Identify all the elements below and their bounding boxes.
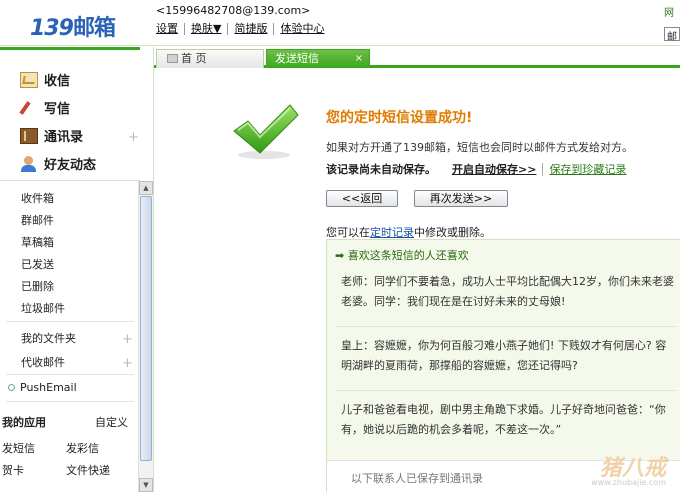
success-check-icon bbox=[233, 104, 299, 159]
back-button[interactable]: <<返回 bbox=[326, 190, 398, 207]
agent-mail-add-icon[interactable]: + bbox=[122, 356, 133, 371]
nav-write-label: 写信 bbox=[44, 102, 71, 117]
push-email[interactable]: PushEmail bbox=[8, 381, 77, 394]
right-search-stub: 网 邮 bbox=[664, 4, 680, 43]
app-greeting-card[interactable]: 贺卡 bbox=[2, 462, 24, 478]
message-line: 明湖畔的夏雨荷，那撑船的容嬷嬷，您还记得吗? bbox=[341, 359, 578, 372]
friend-icon bbox=[20, 155, 38, 172]
divider bbox=[6, 321, 134, 322]
list-item[interactable]: 老师：同学们不要着急，成功人士平均比配偶大12岁，你们未来老婆 老婆。同学：我们… bbox=[341, 272, 680, 312]
nav-receive-label: 收信 bbox=[44, 74, 71, 89]
nav-friends[interactable]: 好友动态 bbox=[20, 154, 96, 173]
push-email-label: PushEmail bbox=[20, 381, 77, 394]
push-icon bbox=[8, 384, 15, 391]
folder-sent[interactable]: 已发送 bbox=[21, 256, 54, 272]
folder-deleted[interactable]: 已删除 bbox=[21, 278, 54, 294]
send-again-button[interactable]: 再次发送>> bbox=[414, 190, 508, 207]
tab-send-sms[interactable]: 发送短信 × bbox=[266, 49, 370, 68]
message-line: 老婆。同学：我们现在是在讨好未来的丈母娘! bbox=[341, 295, 566, 308]
scheduled-records-link[interactable]: 定时记录 bbox=[370, 226, 414, 239]
watermark: 猪八戒 www.zhubajie.com bbox=[530, 450, 680, 492]
inbox-icon bbox=[20, 71, 38, 88]
list-item[interactable]: 儿子和爸爸看电视，剧中男主角跪下求婚。儿子好奇地问爸爸：“你 有，她说以后跪的机… bbox=[341, 400, 680, 440]
logo-number: 139 bbox=[30, 16, 74, 41]
pen-icon bbox=[20, 100, 38, 116]
save-status-text: 该记录尚未自动保存。 bbox=[326, 163, 436, 176]
account-email: <15996482708@139.com> bbox=[156, 4, 311, 17]
right-label[interactable]: 网 bbox=[664, 4, 680, 19]
apps-customize-link[interactable]: 自定义 bbox=[95, 414, 128, 430]
modify-post: 中修改或删除。 bbox=[414, 226, 491, 239]
message-line: 儿子和爸爸看电视，剧中男主角跪下求婚。儿子好奇地问爸爸：“你 bbox=[341, 403, 666, 416]
addressbook-icon bbox=[20, 127, 38, 144]
save-favorite-link[interactable]: 保存到珍藏记录 bbox=[542, 163, 627, 176]
message-line: 有，她说以后跪的机会多着呢，不差这一次。” bbox=[341, 423, 562, 436]
logo[interactable]: 139邮箱 bbox=[30, 10, 116, 42]
folder-my-folders[interactable]: 我的文件夹 bbox=[21, 330, 76, 346]
my-folders-add-icon[interactable]: + bbox=[122, 332, 133, 347]
info-text: 如果对方开通了139邮箱，短信也会同时以邮件方式发给对方。 bbox=[326, 141, 633, 154]
app-send-mms[interactable]: 发彩信 bbox=[66, 440, 99, 456]
watermark-url: www.zhubajie.com bbox=[591, 478, 666, 487]
divider bbox=[337, 390, 677, 391]
menu-skin[interactable]: 换肤▼ bbox=[184, 23, 227, 35]
top-header: 139邮箱 <15996482708@139.com> 设置 换肤▼ 简捷版 体… bbox=[0, 0, 680, 46]
save-status: 该记录尚未自动保存。 开启自动保存>> 保存到珍藏记录 bbox=[326, 161, 627, 177]
nav-contacts-label: 通讯录 bbox=[44, 130, 84, 145]
tab-home-label: 首 页 bbox=[181, 52, 207, 65]
modify-pre: 您可以在 bbox=[326, 226, 370, 239]
auto-save-link[interactable]: 开启自动保存>> bbox=[452, 163, 536, 176]
folder-inbox[interactable]: 收件箱 bbox=[21, 190, 54, 206]
right-field[interactable]: 邮 bbox=[664, 27, 680, 43]
app-send-sms[interactable]: 发短信 bbox=[2, 440, 35, 456]
message-line: 皇上：容嬷嬷，你为何百般刁难小燕子她们! 下贱奴才有何居心? 容 bbox=[341, 339, 667, 352]
sidebar: 收信 写信 通讯录 + 好友动态 收件箱 群邮件 草稿箱 已发送 已删除 垃圾邮… bbox=[0, 47, 154, 492]
contacts-saved-text: 以下联系人已保存到通讯录 bbox=[351, 472, 483, 485]
folder-list: 收件箱 群邮件 草稿箱 已发送 已删除 垃圾邮件 我的文件夹 + 代收邮件 + … bbox=[0, 181, 138, 492]
scroll-thumb[interactable] bbox=[140, 196, 152, 461]
message-line: 老师：同学们不要着急，成功人士平均比配偶大12岁，你们未来老婆 bbox=[341, 275, 674, 288]
folder-agent-mail[interactable]: 代收邮件 bbox=[21, 354, 65, 370]
recommendations-title: ➡ 喜欢这条短信的人还喜欢 bbox=[335, 249, 469, 262]
tab-sms-label: 发送短信 bbox=[275, 52, 319, 65]
menu-simple[interactable]: 简捷版 bbox=[227, 23, 273, 35]
scroll-up-icon[interactable]: ▲ bbox=[139, 181, 153, 195]
nav-receive[interactable]: 收信 bbox=[20, 70, 70, 89]
divider bbox=[337, 326, 677, 327]
list-item[interactable]: 皇上：容嬷嬷，你为何百般刁难小燕子她们! 下贱奴才有何居心? 容 明湖畔的夏雨荷… bbox=[341, 336, 680, 376]
top-menu: 设置 换肤▼ 简捷版 体验中心 bbox=[156, 23, 330, 35]
nav-write[interactable]: 写信 bbox=[20, 98, 70, 117]
folder-drafts[interactable]: 草稿箱 bbox=[21, 234, 54, 250]
close-icon[interactable]: × bbox=[355, 50, 363, 67]
home-icon bbox=[167, 54, 178, 63]
folder-group[interactable]: 群邮件 bbox=[21, 212, 54, 228]
nav-friends-label: 好友动态 bbox=[44, 158, 97, 173]
sidebar-scrollbar[interactable]: ▲ ▼ bbox=[138, 181, 153, 492]
scroll-down-icon[interactable]: ▼ bbox=[139, 478, 153, 492]
tab-bar: 首 页 发送短信 × bbox=[154, 46, 680, 68]
menu-experience[interactable]: 体验中心 bbox=[273, 23, 330, 35]
modify-hint: 您可以在定时记录中修改或删除。 bbox=[326, 224, 491, 240]
divider bbox=[6, 374, 134, 375]
main-nav: 收信 写信 通讯录 + 好友动态 bbox=[0, 47, 140, 181]
app-file-express[interactable]: 文件快递 bbox=[66, 462, 110, 478]
nav-contacts[interactable]: 通讯录 bbox=[20, 126, 83, 145]
contacts-add-icon[interactable]: + bbox=[128, 130, 139, 145]
folder-spam[interactable]: 垃圾邮件 bbox=[21, 300, 65, 316]
main-content: 您的定时短信设置成功! 如果对方开通了139邮箱，短信也会同时以邮件方式发给对方… bbox=[154, 71, 680, 492]
divider bbox=[6, 401, 134, 402]
success-title: 您的定时短信设置成功! bbox=[326, 110, 473, 126]
my-apps-title: 我的应用 bbox=[2, 416, 46, 429]
logo-text: 邮箱 bbox=[72, 16, 116, 41]
menu-settings[interactable]: 设置 bbox=[156, 23, 184, 35]
tab-home[interactable]: 首 页 bbox=[156, 49, 264, 68]
